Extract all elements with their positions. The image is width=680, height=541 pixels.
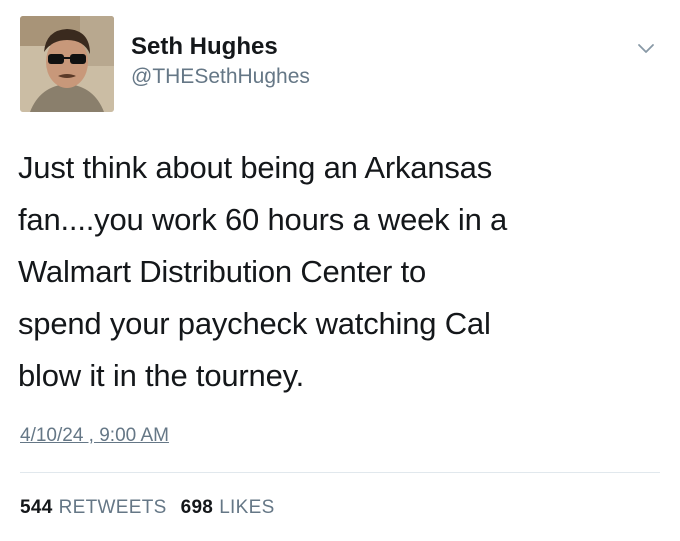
retweets-label: RETWEETS [58,497,167,518]
author-name[interactable]: Seth Hughes [131,32,278,62]
tweet-timestamp[interactable]: 4/10/24 , 9:00 AM [20,425,169,447]
likes-count: 698 [180,497,214,518]
avatar-image [20,16,114,112]
likes-label: LIKES [219,497,275,518]
retweets-count: 544 [20,497,53,518]
avatar[interactable] [20,16,114,112]
tweet-card: Seth Hughes @THESethHughes Just think ab… [0,0,680,541]
author-handle[interactable]: @THESethHughes [131,63,310,91]
tweet-text: Just think about being an Arkansas fan..… [18,150,508,393]
likes-stat[interactable]: 698 LIKES [181,497,275,519]
retweets-stat[interactable]: 544 RETWEETS [20,497,167,519]
divider [20,472,660,473]
tweet-stats: 544 RETWEETS 698 LIKES [20,497,275,519]
chevron-down-icon[interactable] [636,38,656,58]
